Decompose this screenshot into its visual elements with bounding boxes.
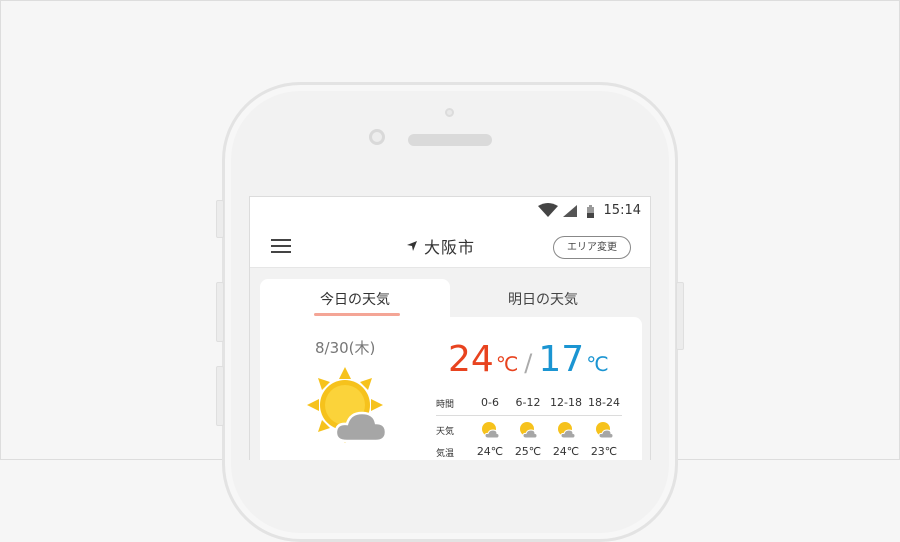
period-temp: 24℃: [552, 445, 580, 458]
period-temp: 25℃: [514, 445, 542, 458]
tab-today[interactable]: 今日の天気: [260, 279, 450, 319]
status-time: 15:14: [603, 203, 641, 218]
weather-row-label: 天気: [436, 427, 455, 437]
period-temp: 24℃: [476, 445, 504, 458]
period-time: 18-24: [588, 396, 620, 409]
status-bar: 15:14: [250, 197, 650, 225]
phone-side-button: [216, 200, 224, 238]
phone-power-button: [676, 282, 684, 350]
today-weather-card: 8/30(木) 24 ℃ / 17 ℃ 時間 0-6 6-12 12-18 18…: [260, 317, 642, 460]
signal-icon: [563, 205, 577, 217]
high-temperature-unit: ℃: [495, 352, 519, 376]
temp-row-label: 気温: [436, 449, 455, 459]
sun-cloud-icon: [520, 422, 538, 439]
proximity-sensor: [445, 108, 454, 117]
period-time: 6-12: [515, 396, 541, 409]
phone-volume-down-button: [216, 366, 224, 426]
active-tab-indicator: [314, 313, 400, 316]
low-temperature-unit: ℃: [586, 352, 609, 376]
hamburger-menu-icon[interactable]: [271, 239, 291, 253]
status-icons: [537, 203, 607, 219]
phone-volume-up-button: [216, 282, 224, 342]
sunny-then-cloudy-icon: [307, 367, 388, 443]
period-time: 0-6: [481, 396, 499, 409]
front-camera: [369, 129, 385, 145]
sun-cloud-icon: [482, 422, 500, 439]
forecast-weather-row: 天気: [436, 416, 622, 442]
phone-screen: 15:14 大阪市 エリア変更 今日の天気 明日の天気 8/30(木) 24 ℃…: [249, 196, 651, 460]
wifi-icon: [538, 203, 558, 217]
temperature-range: 24 ℃ / 17 ℃: [448, 339, 609, 380]
location-arrow-icon: [407, 241, 417, 251]
forecast-time-row: 時間 0-6 6-12 12-18 18-24: [436, 393, 622, 416]
hourly-forecast-table: 時間 0-6 6-12 12-18 18-24 天気 気温 24℃ 25℃ 24…: [436, 393, 622, 460]
high-temperature: 24: [448, 339, 494, 380]
temperature-separator: /: [524, 349, 533, 377]
time-row-label: 時間: [436, 400, 455, 410]
battery-icon: [587, 205, 594, 218]
period-time: 12-18: [550, 396, 582, 409]
forecast-temp-row: 気温 24℃ 25℃ 24℃ 23℃: [436, 442, 622, 460]
app-header: 大阪市 エリア変更: [250, 225, 650, 268]
period-temp: 23℃: [590, 445, 618, 458]
location-name: 大阪市: [424, 238, 476, 257]
tab-tomorrow-label: 明日の天気: [508, 292, 578, 308]
location-title: 大阪市: [406, 235, 475, 257]
change-area-button[interactable]: エリア変更: [553, 236, 631, 259]
earpiece-speaker: [408, 134, 492, 146]
sun-cloud-icon: [558, 422, 576, 439]
tab-today-label: 今日の天気: [320, 292, 390, 308]
sun-cloud-icon: [596, 422, 614, 439]
low-temperature: 17: [538, 339, 585, 380]
forecast-date: 8/30(木): [315, 339, 376, 357]
tab-tomorrow[interactable]: 明日の天気: [450, 279, 636, 319]
